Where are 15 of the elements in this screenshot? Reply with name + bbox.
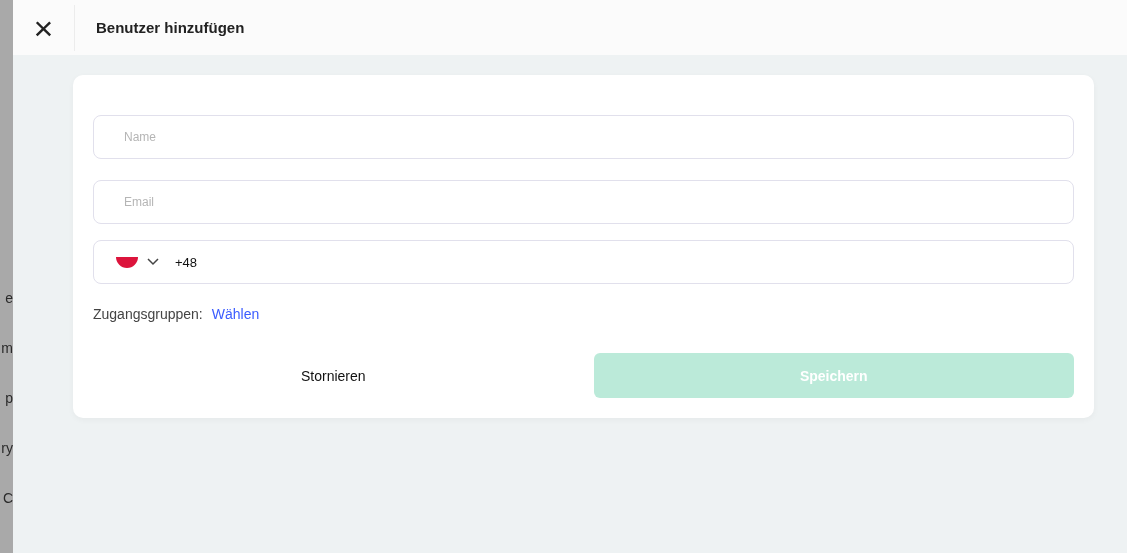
background-text: C xyxy=(1,490,13,506)
cancel-button[interactable]: Stornieren xyxy=(93,353,574,398)
access-groups-label: Zugangsgruppen: xyxy=(93,306,203,322)
background-text: p xyxy=(4,390,13,406)
close-button[interactable]: × xyxy=(13,4,75,51)
flag-icon[interactable] xyxy=(116,256,138,268)
phone-field[interactable]: +48 xyxy=(93,240,1074,284)
background-text: ry xyxy=(0,440,13,456)
background-text: m xyxy=(0,340,13,356)
dialog-title: Benutzer hinzufügen xyxy=(96,19,245,36)
choose-link[interactable]: Wählen xyxy=(211,306,260,322)
name-field[interactable]: Name xyxy=(93,115,1074,159)
background-text: e xyxy=(4,290,13,306)
chevron-down-icon[interactable] xyxy=(147,258,159,266)
email-field[interactable]: Email xyxy=(93,180,1074,224)
